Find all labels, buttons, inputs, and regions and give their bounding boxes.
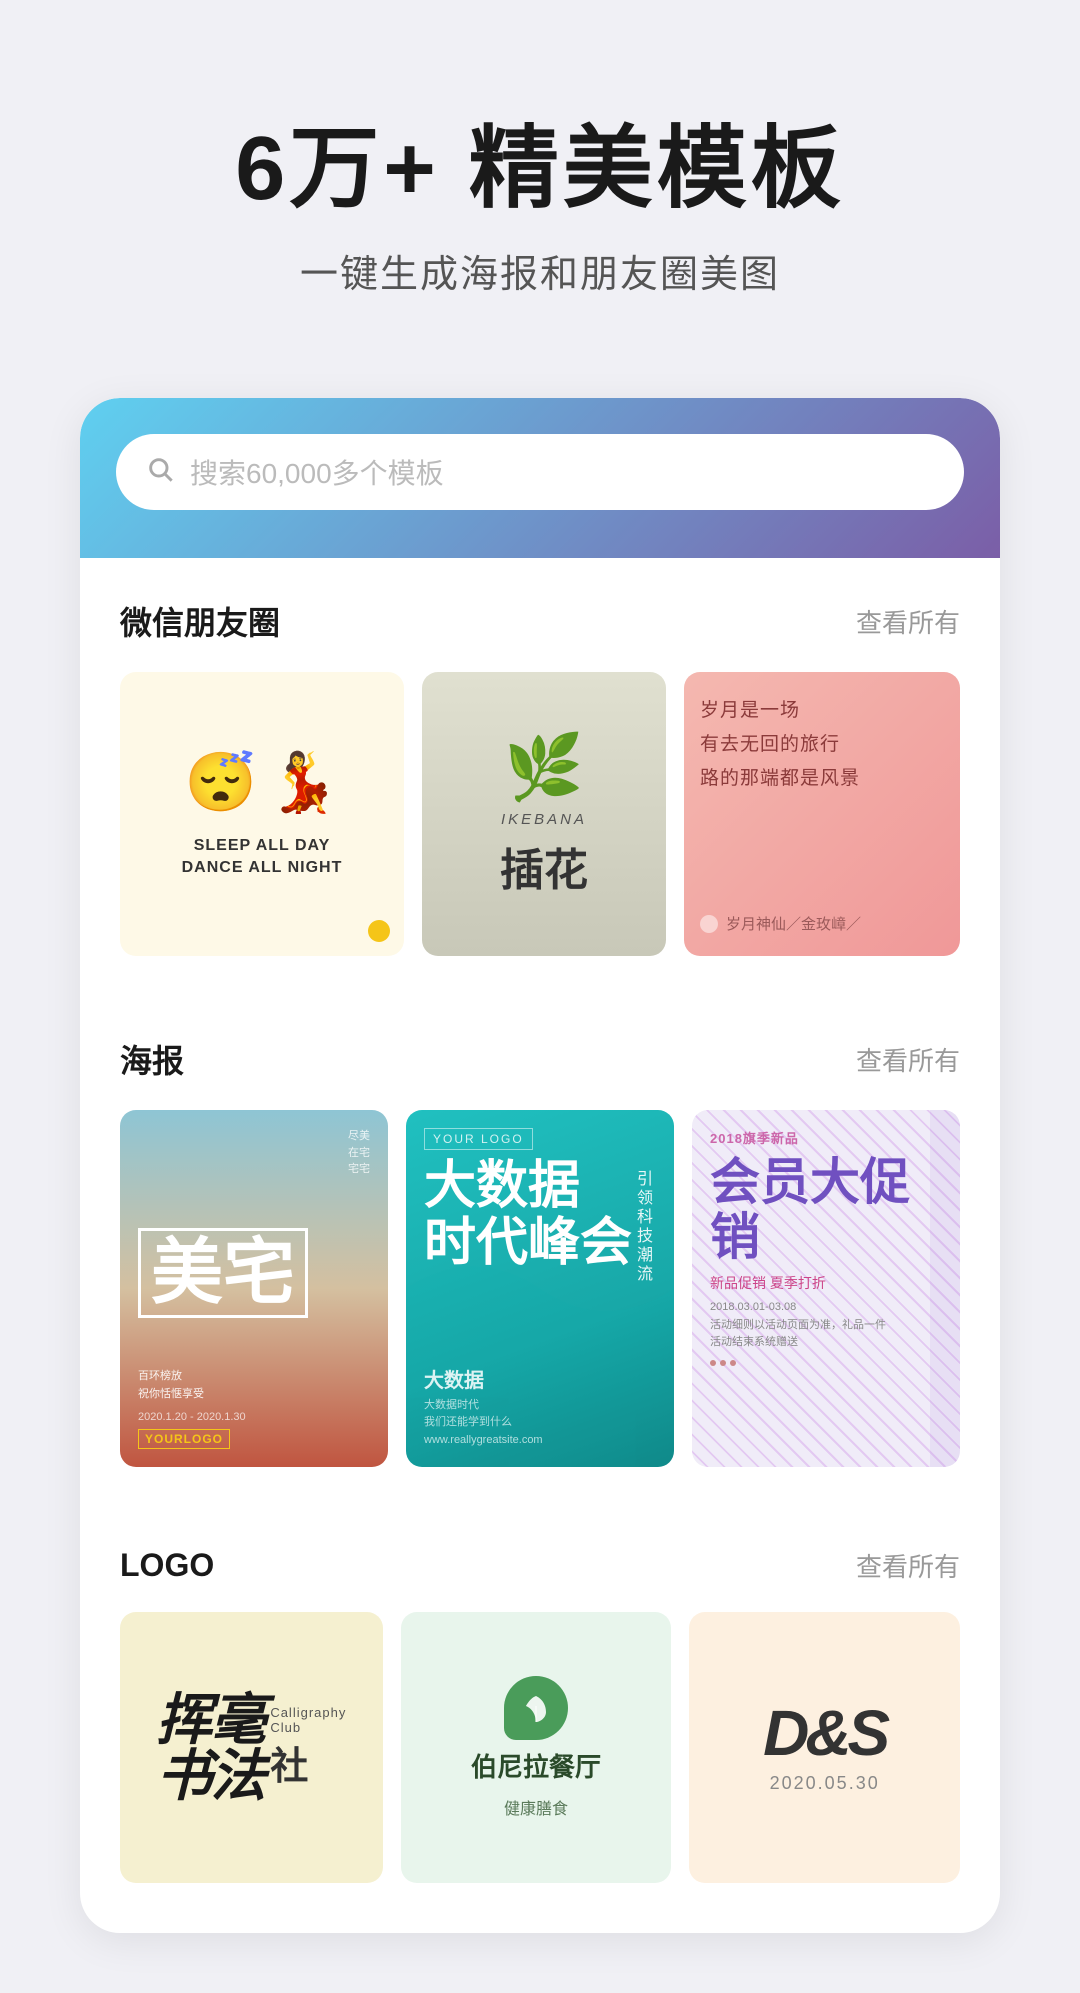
poster-3-promo: 新品促销 夏季打折	[710, 1273, 942, 1293]
logo-section-header: LOGO 查看所有	[120, 1547, 960, 1584]
poster-1-bottom: 百环榜放祝你恬惬享受 2020.1.20 - 2020.1.30 YOURLOG…	[138, 1368, 370, 1449]
logo-card-1[interactable]: 挥毫书法 Calligraphy Club 社	[120, 1612, 383, 1883]
poster-1-details: 百环榜放祝你恬惬享受	[138, 1368, 370, 1403]
logo-1-content: 挥毫书法 Calligraphy Club 社	[156, 1692, 346, 1804]
poster-1-logo: YOURLOGO	[138, 1429, 230, 1449]
poster-card-3[interactable]: 2018旗季新品 会员大促销 新品促销 夏季打折 2018.03.01-03.0…	[692, 1110, 960, 1467]
poster-1-date: 2020.1.20 - 2020.1.30	[138, 1411, 370, 1423]
logo-card-2[interactable]: 伯尼拉餐厅 健康膳食	[401, 1612, 672, 1883]
poster-1-tagline: 尽美在宅宅宅	[138, 1128, 370, 1178]
poster-see-all[interactable]: 查看所有	[856, 1041, 960, 1078]
wechat-card-3[interactable]: 岁月是一场 有去无回的旅行 路的那端都是风景 岁月神仙／金玫嶂／	[684, 672, 960, 956]
wechat-cards-row: 😴 💃 SLEEP ALL DAY DANCE ALL NIGHT 🌿 IKEB…	[120, 672, 960, 956]
poster-section: 海报 查看所有 尽美在宅宅宅 美宅 百环榜放祝你恬惬享受 2020.1.20 -…	[80, 996, 1000, 1477]
dot-2	[720, 1360, 726, 1366]
wechat-section-header: 微信朋友圈 查看所有	[120, 598, 960, 644]
logo-section-title: LOGO	[120, 1547, 214, 1584]
poster-1-main: 美宅	[138, 1228, 308, 1318]
logo-1-brush-cn: 挥毫书法	[156, 1692, 264, 1804]
logo-see-all[interactable]: 查看所有	[856, 1547, 960, 1584]
poster-section-title: 海报	[120, 1036, 184, 1082]
wechat-see-all[interactable]: 查看所有	[856, 603, 960, 640]
poster-3-main: 会员大促销	[710, 1155, 942, 1265]
poster-card-2[interactable]: YOUR LOGO 大数据 时代峰会 引领科技潮流 大数据 大数据时代我们还能学…	[406, 1110, 674, 1467]
search-input-placeholder: 搜索60,000多个模板	[190, 452, 934, 492]
poster-card-1[interactable]: 尽美在宅宅宅 美宅 百环榜放祝你恬惬享受 2020.1.20 - 2020.1.…	[120, 1110, 388, 1467]
logo-cards-row: 挥毫书法 Calligraphy Club 社 伯尼	[120, 1612, 960, 1883]
logo-2-restaurant-name: 伯尼拉餐厅	[471, 1752, 601, 1783]
logo-1-cn-char: 社	[270, 1735, 308, 1790]
ikebana-en-title: IKEBANA	[501, 811, 587, 828]
logo-1-left: 挥毫书法	[156, 1692, 264, 1804]
poster-2-wave-bg	[406, 1110, 674, 1467]
sleep-figure-icon: 😴	[185, 749, 257, 817]
logo-1-calligraphy-en: Calligraphy	[270, 1705, 346, 1720]
sleep-text: SLEEP ALL DAY	[182, 835, 343, 857]
poster-section-header: 海报 查看所有	[120, 1036, 960, 1082]
logo-section: LOGO 查看所有 挥毫书法 Calligraphy Club 社	[80, 1507, 1000, 1893]
hero-title: 6万+ 精美模板	[60, 120, 1020, 219]
poster-1-top: 尽美在宅宅宅	[138, 1128, 370, 1178]
poster-3-details: 2018.03.01-03.08活动细则以活动页面为准，礼品一件活动结束系统赠送	[710, 1299, 942, 1352]
search-bar[interactable]: 搜索60,000多个模板	[116, 434, 964, 510]
wechat-card-1-text: SLEEP ALL DAY DANCE ALL NIGHT	[182, 835, 343, 880]
dot-3	[730, 1360, 736, 1366]
search-icon	[146, 455, 174, 490]
logo-1-right: Calligraphy Club 社	[270, 1705, 346, 1790]
logo-3-date: 2020.05.30	[770, 1773, 880, 1794]
search-header: 搜索60,000多个模板	[80, 398, 1000, 558]
wechat-card-2[interactable]: 🌿 IKEBANA 插花	[422, 672, 666, 956]
wechat-card-1-figures: 😴 💃	[185, 749, 339, 817]
wechat-card-3-poem: 岁月是一场 有去无回的旅行 路的那端都是风景	[700, 694, 944, 797]
yellow-dot-decoration	[368, 920, 390, 942]
poster-2-sub: 引领科技潮流	[630, 1170, 654, 1284]
poster-cards-row: 尽美在宅宅宅 美宅 百环榜放祝你恬惬享受 2020.1.20 - 2020.1.…	[120, 1110, 960, 1467]
wechat-card-1[interactable]: 😴 💃 SLEEP ALL DAY DANCE ALL NIGHT	[120, 672, 404, 956]
wechat-section-title: 微信朋友圈	[120, 598, 280, 644]
wechat-section: 微信朋友圈 查看所有 😴 💃 SLEEP ALL DAY DANCE ALL N…	[80, 558, 1000, 966]
hero-section: 6万+ 精美模板 一键生成海报和朋友圈美图	[0, 0, 1080, 358]
logo-card-3[interactable]: D&S 2020.05.30	[689, 1612, 960, 1883]
app-card: 搜索60,000多个模板 微信朋友圈 查看所有 😴 💃 SLEEP ALL DA…	[80, 398, 1000, 1933]
dance-figure-icon: 💃	[267, 749, 339, 817]
ikebana-leaf-icon: 🌿	[504, 730, 584, 805]
dance-text: DANCE ALL NIGHT	[182, 857, 343, 879]
poster-1-main-text: 美宅	[138, 1228, 370, 1318]
logo-1-club-en: Club	[270, 1720, 301, 1735]
hero-subtitle: 一键生成海报和朋友圈美图	[60, 243, 1020, 298]
wechat-card-3-footer: 岁月神仙／金玫嶂／	[700, 913, 944, 934]
dot-1	[710, 1360, 716, 1366]
ikebana-cn-title: 插花	[500, 834, 588, 898]
pink-circle-icon	[700, 915, 718, 933]
poster-3-dot-row	[710, 1360, 942, 1366]
logo-2-tagline: 健康膳食	[504, 1795, 568, 1819]
logo-3-letters: D&S	[763, 1701, 886, 1765]
poster-3-year: 2018旗季新品	[710, 1128, 942, 1147]
logo-2-leaf-icon	[504, 1676, 568, 1740]
poem-author: 岁月神仙／金玫嶂／	[726, 913, 861, 934]
